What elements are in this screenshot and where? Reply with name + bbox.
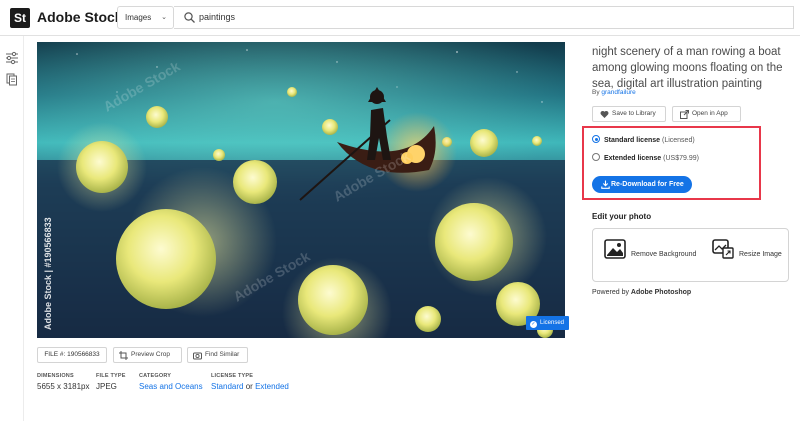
byline: By grandfailure bbox=[592, 89, 636, 96]
extended-license-note: (US$79.99) bbox=[663, 155, 699, 162]
meta-label: CATEGORY bbox=[139, 373, 172, 379]
file-number-button[interactable]: FILE #: 190566833 bbox=[37, 347, 107, 363]
meta-value: Seas and Oceans bbox=[139, 382, 203, 391]
licensed-badge: ✓ Licensed bbox=[526, 316, 570, 330]
meta-file-type: FILE TYPE JPEG bbox=[96, 373, 126, 391]
libraries-icon[interactable] bbox=[5, 72, 19, 86]
remove-background-icon bbox=[604, 239, 626, 259]
top-bar: St Adobe Stock Images ⌄ paintings bbox=[0, 0, 800, 36]
meta-label: FILE TYPE bbox=[96, 373, 126, 379]
brand-name[interactable]: Adobe Stock bbox=[37, 9, 123, 25]
meta-category: CATEGORY Seas and Oceans bbox=[139, 373, 203, 391]
standard-license-link[interactable]: Standard bbox=[211, 382, 243, 391]
preview-crop-label: Preview Crop bbox=[131, 351, 171, 358]
re-download-label: Re-Download for Free bbox=[611, 181, 684, 188]
stock-image-preview[interactable]: Adobe Stock Adobe Stock Adobe Stock Adob… bbox=[37, 42, 565, 338]
edit-section-title: Edit your photo bbox=[592, 212, 652, 221]
extended-license-radio[interactable]: Extended license (US$79.99) bbox=[592, 153, 699, 162]
category-link[interactable]: Seas and Oceans bbox=[139, 382, 203, 391]
open-in-app-label: Open in App bbox=[692, 110, 728, 117]
extended-license-label: Extended license bbox=[604, 155, 662, 162]
open-in-app-icon bbox=[680, 110, 689, 119]
meta-label: LICENSE TYPE bbox=[211, 373, 254, 379]
re-download-button[interactable]: Re-Download for Free bbox=[592, 176, 692, 193]
chevron-down-icon: ⌄ bbox=[161, 14, 167, 21]
licensed-badge-label: Licensed bbox=[540, 320, 565, 326]
standard-license-radio[interactable]: Standard license (Licensed) bbox=[592, 135, 695, 144]
find-similar-label: Find Similar bbox=[205, 351, 240, 358]
powered-by-brand: Adobe Photoshop bbox=[630, 289, 692, 296]
left-rail bbox=[0, 36, 24, 421]
meta-label: DIMENSIONS bbox=[37, 373, 74, 379]
meta-value: Standard or Extended bbox=[211, 382, 289, 391]
remove-background-label: Remove Background bbox=[631, 251, 697, 258]
author-link[interactable]: grandfailure bbox=[601, 89, 635, 96]
preview-crop-button[interactable]: Preview Crop bbox=[113, 347, 182, 363]
search-type-select[interactable]: Images ⌄ bbox=[117, 6, 174, 29]
open-in-app-button[interactable]: Open in App bbox=[672, 106, 741, 122]
license-or: or bbox=[245, 382, 253, 391]
meta-value: JPEG bbox=[96, 382, 117, 391]
radio-selected[interactable] bbox=[592, 135, 600, 143]
edit-tools-panel: Remove Background Resize Image bbox=[592, 228, 789, 282]
moonlit-sea-painting: Adobe Stock Adobe Stock Adobe Stock Adob… bbox=[37, 42, 565, 338]
search-input[interactable]: paintings bbox=[174, 6, 794, 29]
meta-dimensions: DIMENSIONS 5655 x 3181px bbox=[37, 373, 90, 391]
save-to-library-button[interactable]: Save to Library bbox=[592, 106, 666, 122]
standard-license-label: Standard license bbox=[604, 137, 661, 144]
meta-license-type: LICENSE TYPE Standard or Extended bbox=[211, 373, 289, 391]
search-icon bbox=[184, 12, 195, 23]
powered-by-label: Powered by bbox=[592, 289, 629, 296]
adobe-stock-logo[interactable]: St bbox=[10, 8, 30, 28]
check-icon: ✓ bbox=[530, 321, 537, 328]
standard-license-note: (Licensed) bbox=[661, 137, 695, 144]
find-similar-button[interactable]: Find Similar bbox=[187, 347, 248, 363]
download-icon bbox=[601, 180, 610, 189]
resize-image-label: Resize Image bbox=[739, 251, 782, 258]
file-number-label: FILE #: bbox=[44, 351, 66, 358]
filters-icon[interactable] bbox=[5, 51, 19, 65]
file-number-value: 190566833 bbox=[67, 351, 100, 358]
extended-license-link[interactable]: Extended bbox=[255, 382, 289, 391]
heart-icon bbox=[600, 110, 609, 118]
by-label: By bbox=[592, 89, 600, 96]
image-title: night scenery of a man rowing a boat amo… bbox=[592, 46, 783, 90]
search-query: paintings bbox=[199, 12, 236, 22]
crop-icon bbox=[119, 351, 128, 360]
radio-unselected[interactable] bbox=[592, 153, 600, 161]
search-type-label: Images bbox=[125, 13, 152, 22]
watermark-side: Adobe Stock | #190566833 bbox=[43, 217, 53, 330]
save-to-library-label: Save to Library bbox=[612, 110, 656, 117]
meta-value: 5655 x 3181px bbox=[37, 382, 90, 391]
resize-image-icon bbox=[712, 239, 734, 259]
camera-search-icon bbox=[193, 352, 202, 360]
powered-by: Powered by Adobe Photoshop bbox=[592, 289, 691, 296]
